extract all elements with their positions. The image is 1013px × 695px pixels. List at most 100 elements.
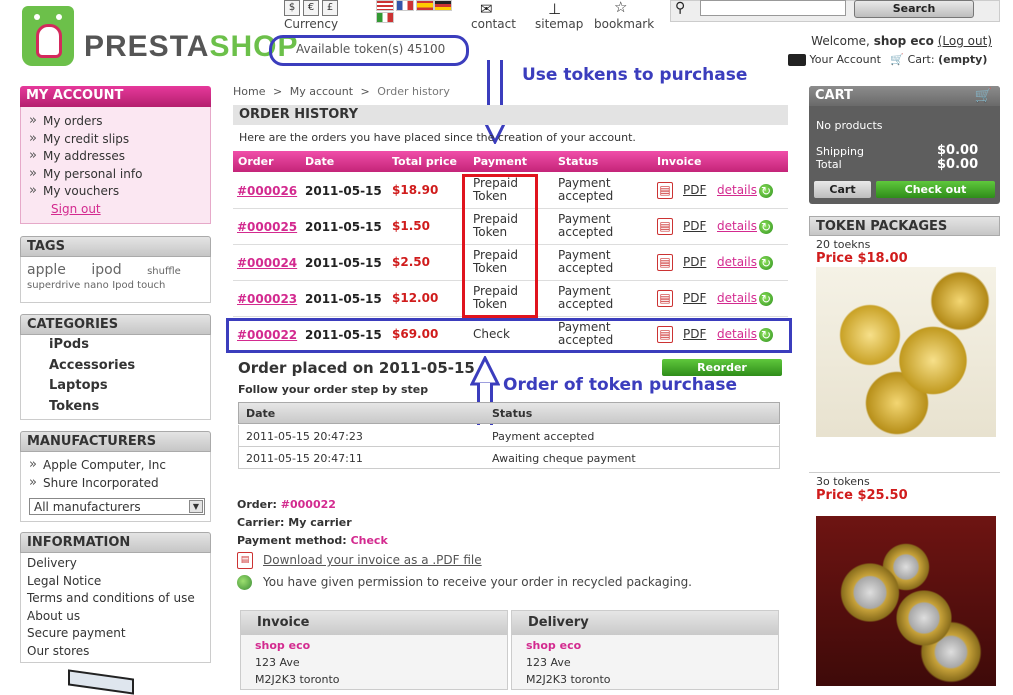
reorder-icon[interactable]: ↻ [759,256,773,270]
order-status-line1: Payment [558,248,611,262]
manufacturers-title: MANUFACTURERS [20,431,211,452]
delivery-name: shop eco [526,639,582,652]
follow-steps-label: Follow your order step by step [238,383,429,396]
category-tokens[interactable]: Tokens [49,399,204,420]
tags-title: TAGS [20,236,211,257]
tag-nano[interactable]: nano [84,280,109,291]
info-terms-link[interactable]: Terms and conditions of use [27,591,204,609]
col-invoice: Invoice [657,155,702,168]
your-account-link[interactable]: Your Account [810,53,881,66]
pdf-icon[interactable]: ▤ [657,182,673,199]
manufacturers-select[interactable]: All manufacturers ▼ [29,498,205,515]
available-tokens-label: Available token(s) 45100 [296,42,446,56]
details-link[interactable]: details [717,183,757,197]
step-date: 2011-05-15 20:47:11 [246,452,363,465]
chevron-down-icon[interactable]: ▼ [189,500,203,513]
header-cart-status: (empty) [938,53,988,66]
cart-icon[interactable]: 🛒 [890,53,904,66]
manufacturer-apple-link[interactable]: Apple Computer, Inc [29,457,202,476]
header-cart-label[interactable]: Cart: [908,53,935,66]
cart-button[interactable]: Cart [814,181,871,198]
breadcrumb-account[interactable]: My account [290,85,353,98]
my-personal-info-link[interactable]: My personal info [29,166,202,185]
recycled-note: You have given permission to receive you… [263,575,692,589]
manufacturer-shure-link[interactable]: Shure Incorporated [29,475,202,494]
details-link[interactable]: details [717,219,757,233]
category-laptops[interactable]: Laptops [49,378,204,399]
sitemap-icon[interactable]: ⊥ [548,0,561,18]
download-invoice-link[interactable]: Download your invoice as a .PDF file [263,553,482,567]
bookmark-star-icon[interactable]: ☆ [614,0,627,16]
pdf-link[interactable]: PDF [683,183,706,197]
contact-link[interactable]: contact [471,17,516,31]
currency-usd-button[interactable]: $ [284,0,300,16]
my-orders-link[interactable]: My orders [29,113,202,132]
page-title: ORDER HISTORY [233,105,788,125]
gold-coins-image[interactable] [816,267,996,437]
breadcrumb-sep: > [360,85,370,98]
info-delivery-link[interactable]: Delivery [27,556,204,574]
info-secure-payment-link[interactable]: Secure payment [27,626,204,644]
order-id-link[interactable]: #000024 [237,256,297,270]
package-divider [809,472,1000,473]
account-icon[interactable] [788,54,806,66]
banner-image-icon[interactable] [68,669,134,695]
tag-ipod-touch[interactable]: Ipod touch [112,280,165,291]
my-vouchers-link[interactable]: My vouchers [29,183,202,202]
order-status-line2: accepted [558,261,614,275]
contact-envelope-icon[interactable]: ✉ [480,0,493,18]
category-accessories[interactable]: Accessories [49,358,204,379]
order-date: 2011-05-15 [305,184,382,198]
flag-de-icon[interactable] [434,0,452,11]
search-input[interactable] [700,0,846,16]
logo-text[interactable]: PRESTASHOP [84,30,299,64]
checkout-button[interactable]: Check out [876,181,995,198]
order-id-link[interactable]: #000023 [237,292,297,306]
pdf-link[interactable]: PDF [683,291,706,305]
flag-us-icon[interactable] [376,0,394,11]
info-legal-link[interactable]: Legal Notice [27,574,204,592]
tags-list: apple ipod shuffle superdrive nano Ipod … [20,257,211,303]
currency-gbp-button[interactable]: £ [322,0,338,16]
order-price: $1.50 [392,219,430,233]
sitemap-link[interactable]: sitemap [535,17,583,31]
tag-shuffle[interactable]: shuffle [147,266,181,277]
flag-it-icon[interactable] [376,12,394,23]
reorder-icon[interactable]: ↻ [759,220,773,234]
sign-out-link[interactable]: Sign out [29,202,202,220]
my-addresses-link[interactable]: My addresses [29,148,202,167]
info-about-link[interactable]: About us [27,609,204,627]
prestashop-logo-icon[interactable] [22,6,74,66]
info-stores-link[interactable]: Our stores [27,644,204,662]
currency-eur-button[interactable]: € [303,0,319,16]
pdf-icon[interactable]: ▤ [657,254,673,271]
bookmark-link[interactable]: bookmark [594,17,654,31]
my-credit-slips-link[interactable]: My credit slips [29,131,202,150]
search-button[interactable]: Search [854,0,974,18]
details-link[interactable]: details [717,255,757,269]
details-link[interactable]: details [717,291,757,305]
reorder-icon[interactable]: ↻ [759,184,773,198]
order-id-link[interactable]: #000025 [237,220,297,234]
reorder-button[interactable]: Reorder [662,359,782,376]
cart-basket-icon[interactable]: 🛒 [975,88,992,104]
logout-link[interactable]: (Log out) [938,34,992,48]
flag-fr-icon[interactable] [396,0,414,11]
tag-ipod[interactable]: ipod [91,262,121,278]
tag-superdrive[interactable]: superdrive [27,280,80,291]
order-id-link[interactable]: #000026 [237,184,297,198]
category-ipods[interactable]: iPods [49,337,204,358]
tag-apple[interactable]: apple [27,262,66,278]
reorder-icon[interactable]: ↻ [759,292,773,306]
manufacturers-block: MANUFACTURERS Apple Computer, Inc Shure … [20,431,211,522]
bimetal-coins-image[interactable] [816,516,996,686]
flag-es-icon[interactable] [416,0,434,11]
order-status: Payment accepted [558,285,628,311]
breadcrumb-home[interactable]: Home [233,85,265,98]
pdf-icon[interactable]: ▤ [657,218,673,235]
pdf-link[interactable]: PDF [683,219,706,233]
pdf-icon[interactable]: ▤ [237,552,253,569]
pdf-link[interactable]: PDF [683,255,706,269]
pdf-icon[interactable]: ▤ [657,290,673,307]
col-status: Status [558,155,599,168]
